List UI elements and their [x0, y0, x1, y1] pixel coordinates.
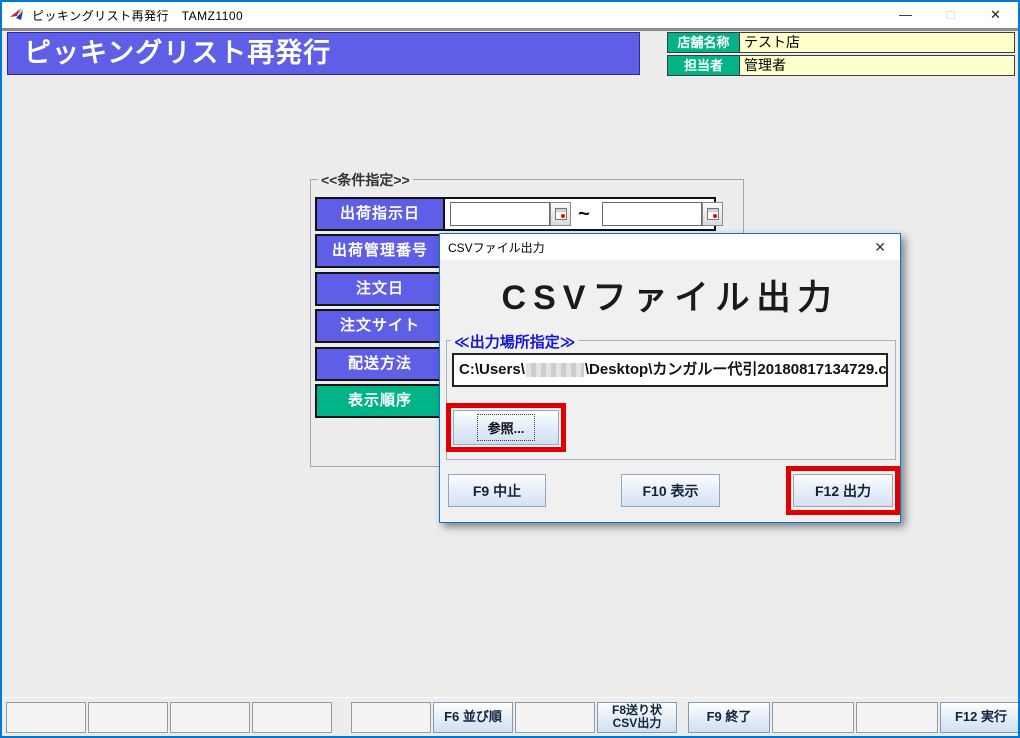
cond-button-shipping-mgmt-number[interactable]: 出荷管理番号 [315, 234, 445, 268]
app-window: ピッキングリスト再発行 TAMZ1100 — □ ✕ ピッキングリスト再発行 店… [0, 0, 1020, 738]
maximize-icon: □ [928, 2, 973, 28]
f9-cancel-button[interactable]: F9 中止 [448, 474, 546, 507]
fkey-empty-2 [88, 702, 168, 733]
path-suffix: \Desktop\カンガルー代引20180817134729.csv [585, 361, 888, 378]
dialog-title: CSVファイル出力 [448, 239, 545, 256]
output-location-group: ≪出力場所指定≫ C:\Users\\Desktop\カンガルー代引201808… [446, 340, 896, 460]
condition-group-label: <<条件指定>> [318, 170, 413, 190]
window-controls: — □ ✕ [883, 2, 1018, 28]
window-titlebar: ピッキングリスト再発行 TAMZ1100 — □ ✕ [2, 2, 1018, 28]
app-icon [9, 7, 25, 23]
annotation-rect-output: F12 出力 [786, 466, 900, 515]
cond-button-order-date[interactable]: 注文日 [315, 272, 445, 306]
date-to-calendar-button[interactable] [702, 202, 723, 226]
output-location-label: ≪出力場所指定≫ [451, 331, 578, 352]
output-path-field[interactable]: C:\Users\ \Desktop\カンガルー代引20180817134729.… [452, 353, 888, 387]
fkey-f9-exit[interactable]: F9 終了 [688, 702, 770, 733]
annotation-rect-browse: 参照... [446, 403, 566, 452]
cond-button-display-order[interactable]: 表示順序 [315, 384, 445, 418]
fkey-f6-sort-order[interactable]: F6 並び順 [433, 702, 513, 733]
csv-output-dialog: CSVファイル出力 ✕ CSVファイル出力 ≪出力場所指定≫ C:\Users\… [439, 233, 901, 523]
fkey-f12-execute[interactable]: F12 実行 [940, 702, 1020, 733]
function-key-bar: F6 並び順 F8送り状 CSV出力 F9 終了 F12 実行 [2, 697, 1018, 736]
fkey-empty-11 [856, 702, 938, 733]
path-prefix: C:\Users\ [459, 361, 525, 378]
ship-date-row: 出荷指示日 ~ [315, 197, 716, 231]
minimize-icon[interactable]: — [883, 2, 928, 28]
cond-button-delivery-method[interactable]: 配送方法 [315, 347, 445, 381]
staff-row: 担当者 管理者 [667, 55, 1015, 76]
staff-value: 管理者 [740, 55, 1015, 76]
titlebar-divider [2, 28, 1018, 31]
browse-button-label: 参照... [477, 414, 536, 441]
fkey-f8-invoice-csv-output[interactable]: F8送り状 CSV出力 [597, 702, 677, 733]
fkey-empty-1 [6, 702, 86, 733]
date-from-calendar-button[interactable] [550, 202, 571, 226]
store-name-value: テスト店 [740, 32, 1015, 53]
store-name-label: 店舗名称 [667, 32, 740, 53]
fkey-empty-7 [515, 702, 595, 733]
dialog-heading: CSVファイル出力 [440, 270, 900, 319]
redacted-username [526, 363, 584, 377]
browse-button[interactable]: 参照... [453, 410, 559, 445]
dialog-titlebar: CSVファイル出力 ✕ [440, 234, 900, 260]
date-from-input[interactable] [450, 202, 550, 226]
f12-output-button[interactable]: F12 出力 [793, 474, 893, 507]
close-icon[interactable]: ✕ [973, 2, 1018, 28]
ship-date-button[interactable]: 出荷指示日 [317, 199, 445, 229]
calendar-icon [707, 208, 719, 220]
date-to-input[interactable] [602, 202, 702, 226]
page-title: ピッキングリスト再発行 [7, 32, 640, 75]
window-title: ピッキングリスト再発行 TAMZ1100 [32, 7, 243, 24]
fkey-empty-10 [772, 702, 854, 733]
date-range-separator: ~ [571, 203, 597, 226]
fkey-empty-4 [252, 702, 332, 733]
fkey-empty-5 [351, 702, 431, 733]
fkey-empty-3 [170, 702, 250, 733]
store-name-row: 店舗名称 テスト店 [667, 32, 1015, 53]
dialog-body: CSVファイル出力 ≪出力場所指定≫ C:\Users\\Desktop\カンガ… [440, 260, 900, 524]
cond-button-order-site[interactable]: 注文サイト [315, 309, 445, 343]
calendar-icon [555, 208, 567, 220]
dialog-close-icon[interactable]: ✕ [874, 234, 886, 260]
f10-show-button[interactable]: F10 表示 [621, 474, 720, 507]
staff-label: 担当者 [667, 55, 740, 76]
